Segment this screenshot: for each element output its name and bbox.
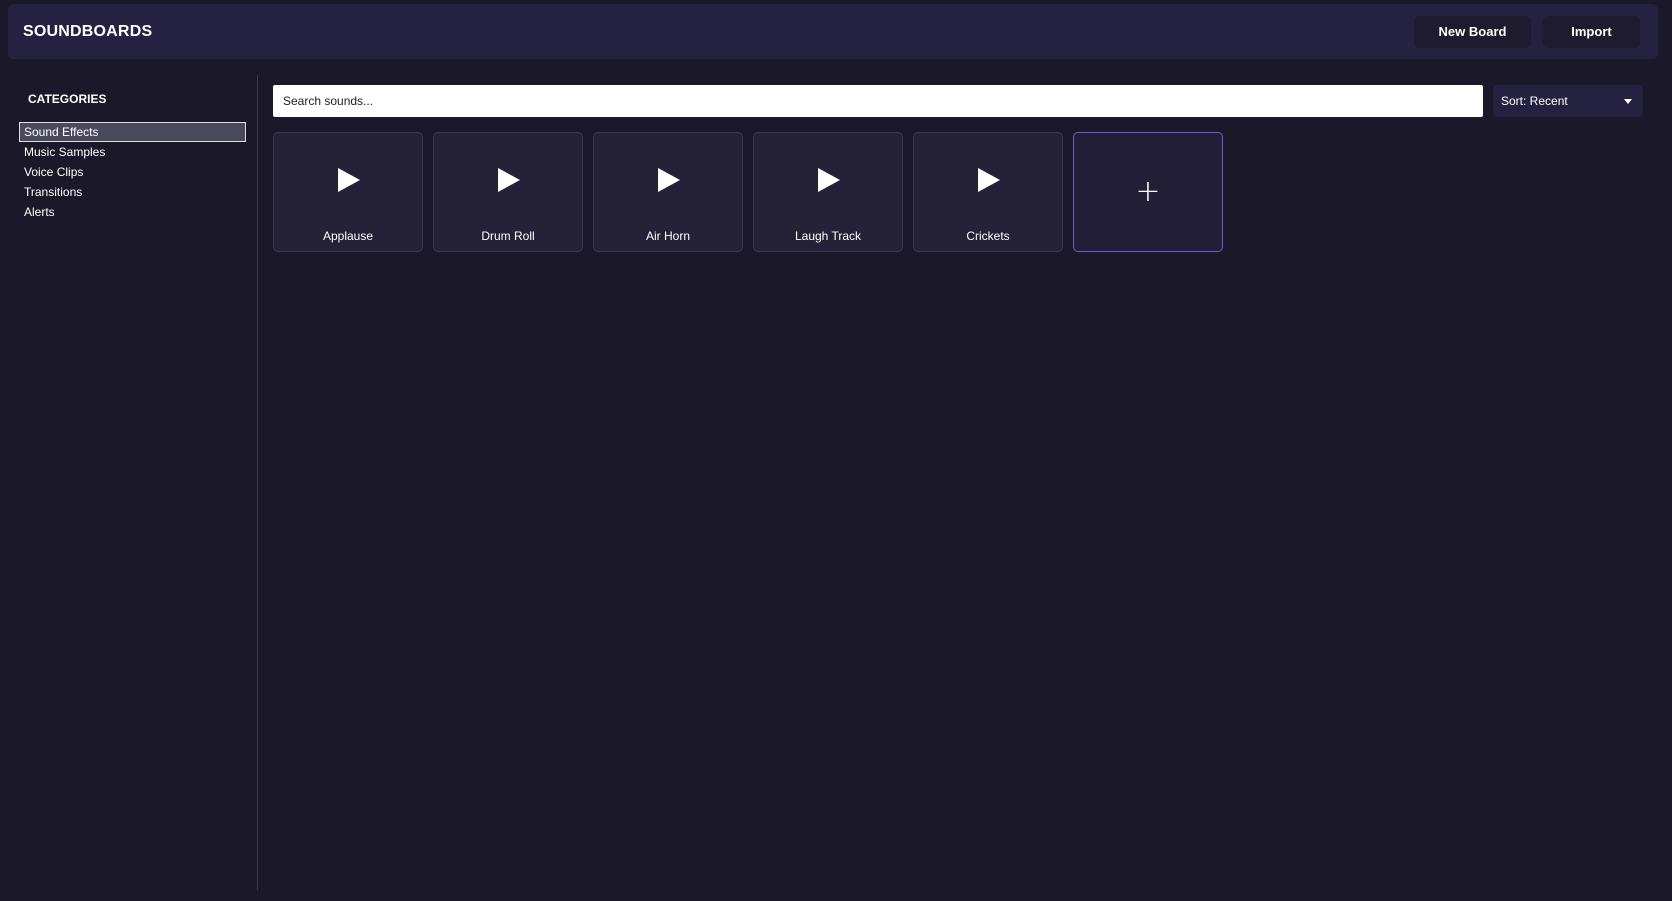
play-icon: [978, 168, 1000, 192]
sound-tile-label: Applause: [322, 229, 374, 243]
sound-tile-label: Air Horn: [645, 229, 690, 243]
sidebar: CATEGORIES Sound Effects Music Samples V…: [0, 75, 258, 890]
chevron-down-icon: [1624, 98, 1632, 104]
play-icon: [658, 168, 680, 192]
sound-tile-crickets[interactable]: Crickets: [913, 132, 1063, 252]
play-icon: [338, 168, 360, 192]
play-icon: [498, 168, 520, 192]
sidebar-item-sound-effects[interactable]: Sound Effects: [19, 122, 246, 142]
sound-tile-label: Drum Roll: [481, 229, 535, 243]
sort-label: Sort: Recent: [1501, 94, 1568, 108]
add-sound-button[interactable]: +: [1073, 132, 1223, 252]
sidebar-item-voice-clips[interactable]: Voice Clips: [19, 162, 246, 182]
sound-grid: Applause Drum Roll Air Horn Laugh Track …: [273, 132, 1223, 252]
sound-tile-label: Laugh Track: [794, 229, 862, 243]
app-window: SOUNDBOARDS New Board Import CATEGORIES …: [0, 0, 1672, 901]
app-title: SOUNDBOARDS: [23, 22, 153, 40]
sidebar-item-transitions[interactable]: Transitions: [19, 182, 246, 202]
search-input[interactable]: [273, 85, 1483, 117]
sidebar-item-music-samples[interactable]: Music Samples: [19, 142, 246, 162]
category-list: Sound Effects Music Samples Voice Clips …: [19, 122, 246, 222]
sound-tile-air-horn[interactable]: Air Horn: [593, 132, 743, 252]
play-icon: [818, 168, 840, 192]
sound-tile-laugh-track[interactable]: Laugh Track: [753, 132, 903, 252]
sort-dropdown[interactable]: Sort: Recent: [1493, 85, 1643, 117]
new-board-button[interactable]: New Board: [1414, 15, 1531, 48]
sound-tile-label: Crickets: [966, 229, 1010, 243]
sound-tile-applause[interactable]: Applause: [273, 132, 423, 252]
sidebar-item-alerts[interactable]: Alerts: [19, 202, 246, 222]
plus-icon: +: [1135, 174, 1161, 209]
import-button[interactable]: Import: [1543, 15, 1640, 48]
categories-heading: CATEGORIES: [28, 92, 107, 106]
sound-tile-drum-roll[interactable]: Drum Roll: [433, 132, 583, 252]
app-header: SOUNDBOARDS New Board Import: [8, 4, 1658, 59]
header-actions: New Board Import: [1414, 15, 1640, 48]
